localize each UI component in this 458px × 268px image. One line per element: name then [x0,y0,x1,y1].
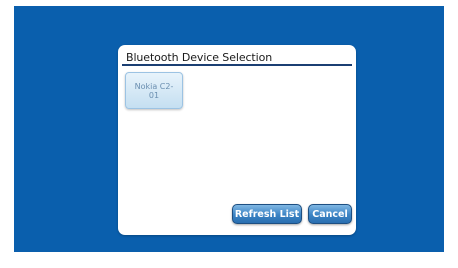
screen: Bluetooth Device Selection Nokia C2-01 R… [0,0,458,268]
bluetooth-device-dialog: Bluetooth Device Selection Nokia C2-01 R… [118,45,356,235]
cancel-button[interactable]: Cancel [308,204,352,224]
title-divider [122,64,352,66]
device-tile-nokia-c2-01[interactable]: Nokia C2-01 [125,72,183,109]
refresh-list-button[interactable]: Refresh List [232,204,302,224]
dialog-title: Bluetooth Device Selection [126,51,273,64]
device-label: Nokia C2-01 [134,81,174,100]
